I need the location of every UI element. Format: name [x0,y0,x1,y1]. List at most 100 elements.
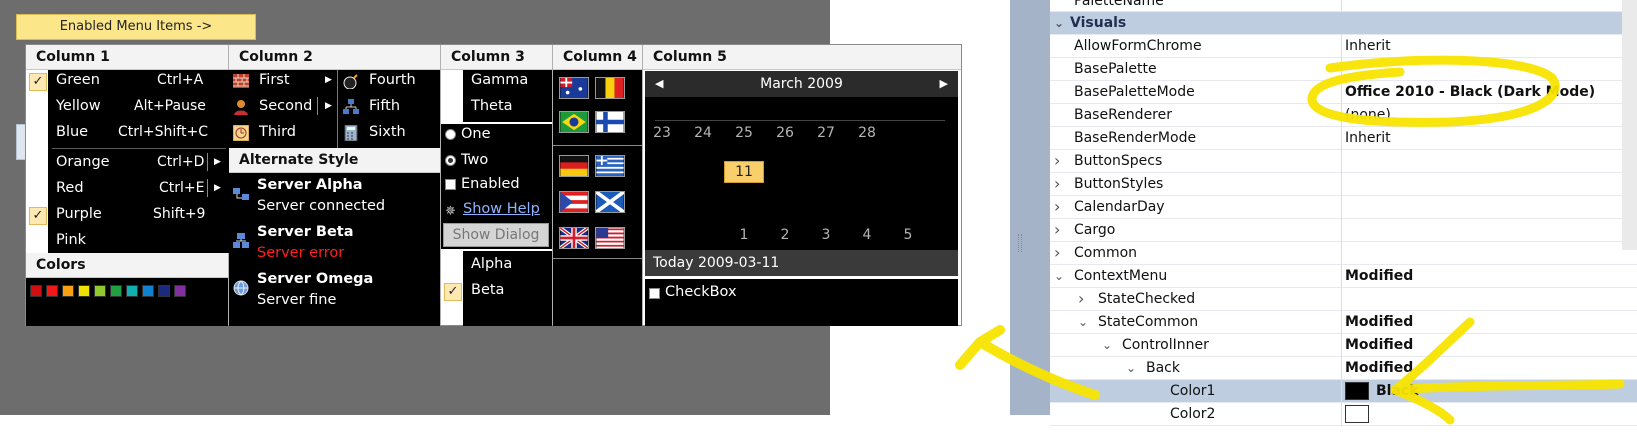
color-swatch[interactable] [62,285,74,297]
property-row[interactable]: Color2 [1050,403,1637,426]
radio-two-label[interactable]: Two [461,147,488,174]
collapse-chevron-icon[interactable]: ⌄ [1054,265,1064,287]
property-row[interactable]: BasePaletteMode Office 2010 - Black (Dark… [1050,81,1637,104]
calendar-day[interactable]: 4 [852,225,882,245]
second-submenu-arrow-icon[interactable]: ▶ [325,93,332,120]
menu-item-beta[interactable]: Beta [471,277,504,304]
calendar-day[interactable]: 1 [729,225,759,245]
expand-chevron-icon[interactable]: › [1078,288,1084,310]
property-grid-scrollbar[interactable] [1622,0,1637,250]
radio-one-icon[interactable] [445,129,456,140]
property-value[interactable]: Modified [1345,334,1413,356]
menu-item-green[interactable]: Green [56,67,100,94]
menu-item-yellow[interactable]: Yellow [56,93,101,120]
property-row[interactable]: ⌄ StateCommon Modified [1050,311,1637,334]
calendar-day[interactable]: 23 [647,123,677,143]
belgium-flag-icon[interactable] [595,77,625,99]
property-value[interactable]: Inherit [1345,35,1391,57]
calendar-next-arrow-icon[interactable]: ▶ [940,71,948,97]
property-row[interactable]: AllowFormChrome Inherit [1050,35,1637,58]
finland-flag-icon[interactable] [595,111,625,133]
color-swatch[interactable] [46,285,58,297]
germany-flag-icon[interactable] [559,155,589,177]
color-swatch[interactable] [126,285,138,297]
australia-flag-icon[interactable] [559,77,589,99]
property-value[interactable]: Modified [1345,357,1413,379]
color-swatch[interactable] [110,285,122,297]
calendar-day[interactable]: 26 [770,123,800,143]
orange-submenu-arrow-icon[interactable]: ▶ [214,149,221,176]
property-row[interactable]: › Cargo [1050,219,1637,242]
calendar-day[interactable]: 5 [893,225,923,245]
greece-flag-icon[interactable] [595,155,625,177]
calendar-prev-arrow-icon[interactable]: ◀ [655,71,663,97]
radio-one-label[interactable]: One [461,121,491,148]
color-swatch[interactable] [142,285,154,297]
expand-chevron-icon[interactable]: › [1054,150,1060,172]
menu-item-red[interactable]: Red [56,175,84,202]
property-value[interactable]: Modified [1345,265,1413,287]
menu-item-pink[interactable]: Pink [56,227,86,254]
menu-item-third[interactable]: Third [259,119,296,146]
property-row[interactable]: › CalendarDay [1050,196,1637,219]
color-swatch[interactable] [78,285,90,297]
property-row[interactable]: › StateChecked [1050,288,1637,311]
scotland-flag-icon[interactable] [595,191,625,213]
collapse-chevron-icon[interactable]: ⌄ [1078,311,1088,333]
collapse-chevron-icon[interactable]: ⌄ [1102,334,1112,356]
checkbox-label[interactable]: CheckBox [665,279,737,306]
menu-item-orange[interactable]: Orange [56,149,110,176]
expand-chevron-icon[interactable]: › [1054,173,1060,195]
menu-item-fourth[interactable]: Fourth [369,67,416,94]
color-swatch[interactable] [158,285,170,297]
menu-item-second[interactable]: Second [259,93,312,120]
color-swatch[interactable] [174,285,186,297]
enabled-checkbox-icon[interactable] [445,179,456,190]
show-help-link[interactable]: Show Help [463,196,540,223]
usa-flag-icon[interactable] [595,227,625,249]
property-row[interactable]: › ButtonStyles [1050,173,1637,196]
menu-item-theta[interactable]: Theta [471,93,513,120]
radio-two-icon[interactable] [445,155,456,166]
property-row[interactable]: › Common [1050,242,1637,265]
first-submenu-arrow-icon[interactable]: ▶ [325,67,332,94]
calendar-today-day[interactable]: 11 [724,161,764,183]
menu-item-purple[interactable]: Purple [56,201,102,228]
property-row[interactable]: BasePalette [1050,58,1637,81]
enabled-checkbox-label[interactable]: Enabled [461,171,520,198]
menu-item-sixth[interactable]: Sixth [369,119,406,146]
expand-chevron-icon[interactable]: › [1054,219,1060,241]
calendar-day[interactable]: 25 [729,123,759,143]
menu-item-alpha[interactable]: Alpha [471,251,512,278]
calendar-day[interactable]: 3 [811,225,841,245]
color-swatch[interactable] [94,285,106,297]
menu-item-fifth[interactable]: Fifth [369,93,400,120]
calendar-day[interactable]: 27 [811,123,841,143]
menu-item-blue[interactable]: Blue [56,119,88,146]
property-value[interactable]: Black [1376,380,1419,402]
menu-item-gamma[interactable]: Gamma [471,67,528,94]
calendar-day[interactable]: 28 [852,123,882,143]
calendar-day[interactable]: 2 [770,225,800,245]
menu-item-first[interactable]: First [259,67,290,94]
calendar-today-button[interactable]: Today 2009-03-11 [645,250,958,276]
puerto-rico-flag-icon[interactable] [559,191,589,213]
expand-chevron-icon[interactable]: › [1054,242,1060,264]
property-row[interactable]: › ButtonSpecs [1050,150,1637,173]
property-value[interactable]: Modified [1345,311,1413,333]
property-row[interactable]: Color1 Black [1050,380,1637,403]
united-kingdom-flag-icon[interactable] [559,227,589,249]
panel-splitter-handle[interactable] [1018,234,1022,252]
color-swatch[interactable] [30,285,42,297]
property-row[interactable]: ⌄ Back Modified [1050,357,1637,380]
property-value[interactable]: Office 2010 - Black (Dark Mode) [1345,81,1595,103]
red-submenu-arrow-icon[interactable]: ▶ [214,175,221,202]
collapse-chevron-icon[interactable]: ⌄ [1126,357,1136,379]
property-row[interactable]: PaletteName [1050,0,1637,12]
property-row[interactable]: BaseRenderMode Inherit [1050,127,1637,150]
checkbox-icon[interactable] [649,288,660,299]
property-row[interactable]: BaseRenderer (none) [1050,104,1637,127]
collapse-chevron-icon[interactable]: ⌄ [1054,12,1064,34]
brazil-flag-icon[interactable] [559,111,589,133]
property-row[interactable]: ⌄ ContextMenu Modified [1050,265,1637,288]
